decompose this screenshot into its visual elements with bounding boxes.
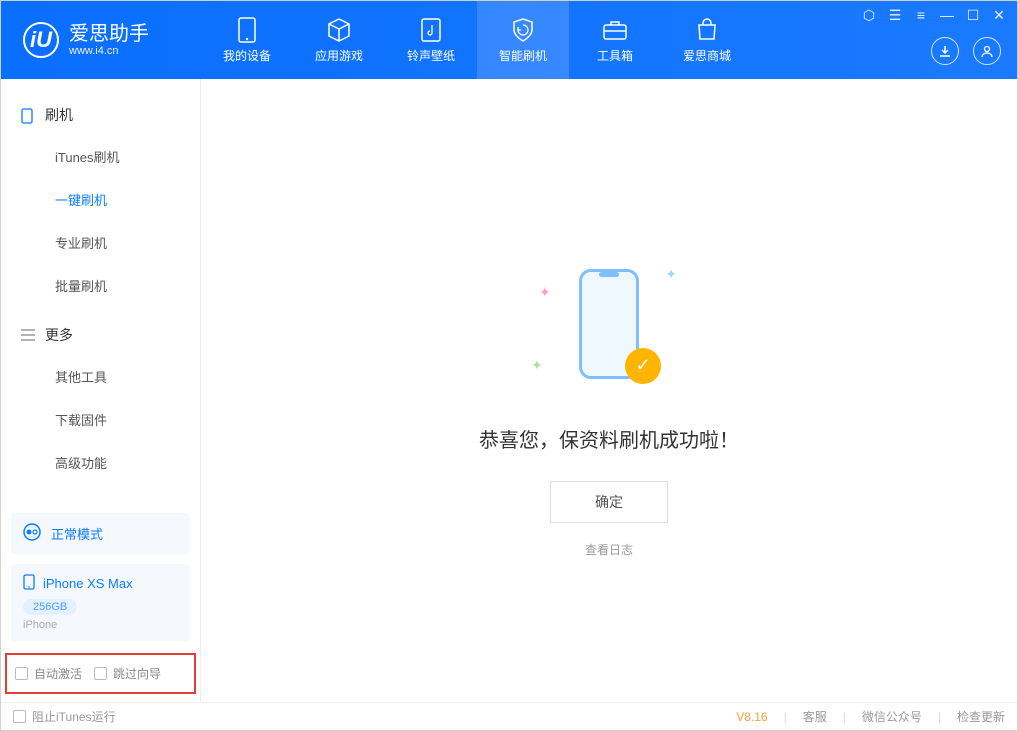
phone-icon (21, 108, 35, 122)
status-icon (23, 523, 41, 544)
list-icon (21, 328, 35, 342)
device-icon (234, 17, 260, 43)
nav-toolbox[interactable]: 工具箱 (569, 1, 661, 79)
app-logo: iU 爱思助手 www.i4.cn (1, 22, 201, 58)
checkbox-icon[interactable] (94, 667, 107, 680)
nav-ringtones[interactable]: 铃声壁纸 (385, 1, 477, 79)
nav-store[interactable]: 爱思商城 (661, 1, 753, 79)
check-update-link[interactable]: 检查更新 (957, 708, 1005, 725)
device-capacity: 256GB (23, 599, 77, 615)
shirt-icon[interactable]: ⬡ (861, 7, 877, 24)
device-name-label: iPhone XS Max (43, 576, 133, 591)
view-log-link[interactable]: 查看日志 (585, 541, 633, 558)
logo-icon: iU (23, 22, 59, 58)
maximize-button[interactable]: ☐ (965, 7, 981, 24)
option-block-itunes[interactable]: 阻止iTunes运行 (13, 708, 116, 725)
app-title: 爱思助手 (69, 23, 149, 45)
option-skip-guide[interactable]: 跳过向导 (94, 665, 161, 682)
sidebar-group-flash: 刷机 (1, 87, 200, 135)
sidebar-item-pro-flash[interactable]: 专业刷机 (1, 221, 200, 264)
device-status[interactable]: 正常模式 (11, 513, 190, 554)
menu-icon[interactable]: ≡ (913, 7, 929, 24)
support-link[interactable]: 客服 (803, 708, 827, 725)
sparkle-icon: ✦ (539, 284, 551, 301)
download-button[interactable] (931, 37, 959, 65)
sidebar-item-advanced[interactable]: 高级功能 (1, 441, 200, 484)
sidebar-group-label: 刷机 (45, 105, 73, 125)
minimize-button[interactable]: — (939, 7, 955, 24)
status-label: 正常模式 (51, 524, 103, 543)
wechat-link[interactable]: 微信公众号 (862, 708, 922, 725)
list-icon[interactable]: ☰ (887, 7, 903, 24)
checkbox-icon[interactable] (15, 667, 28, 680)
app-header: iU 爱思助手 www.i4.cn 我的设备 应用游戏 铃声壁纸 智能刷机 工具… (1, 1, 1017, 79)
sparkle-icon: ✦ (665, 266, 677, 283)
device-icon (23, 574, 35, 593)
bag-icon (694, 17, 720, 43)
sidebar-item-itunes-flash[interactable]: iTunes刷机 (1, 135, 200, 178)
confirm-button[interactable]: 确定 (550, 481, 668, 523)
device-type: iPhone (23, 619, 178, 631)
sidebar-item-other-tools[interactable]: 其他工具 (1, 355, 200, 398)
checkbox-icon[interactable] (13, 710, 26, 723)
nav-my-device[interactable]: 我的设备 (201, 1, 293, 79)
toolbox-icon (602, 17, 628, 43)
main-content: ✦ ✦ ✦ ✓ 恭喜您，保资料刷机成功啦！ 确定 查看日志 (201, 79, 1017, 702)
version-label: V8.16 (736, 710, 767, 724)
user-button[interactable] (973, 37, 1001, 65)
app-subtitle: www.i4.cn (69, 45, 149, 58)
main-nav: 我的设备 应用游戏 铃声壁纸 智能刷机 工具箱 爱思商城 (201, 1, 753, 79)
sidebar-item-download-firmware[interactable]: 下载固件 (1, 398, 200, 441)
success-message: 恭喜您，保资料刷机成功啦！ (479, 424, 739, 453)
sidebar-item-oneclick-flash[interactable]: 一键刷机 (1, 178, 200, 221)
sidebar-group-label: 更多 (45, 325, 73, 345)
option-auto-activate[interactable]: 自动激活 (15, 665, 82, 682)
cube-icon (326, 17, 352, 43)
close-button[interactable]: ✕ (991, 7, 1007, 24)
check-badge-icon: ✓ (625, 348, 661, 384)
success-illustration: ✦ ✦ ✦ ✓ (549, 264, 669, 394)
shield-icon (510, 17, 536, 43)
flash-options-highlighted: 自动激活 跳过向导 (5, 653, 196, 694)
device-info[interactable]: iPhone XS Max 256GB iPhone (11, 564, 190, 641)
sidebar: 刷机 iTunes刷机 一键刷机 专业刷机 批量刷机 更多 其他工具 下载固件 … (1, 79, 201, 702)
music-icon (418, 17, 444, 43)
nav-smart-flash[interactable]: 智能刷机 (477, 1, 569, 79)
status-bar: 阻止iTunes运行 V8.16 | 客服 | 微信公众号 | 检查更新 (1, 702, 1017, 730)
nav-apps-games[interactable]: 应用游戏 (293, 1, 385, 79)
sidebar-group-more: 更多 (1, 307, 200, 355)
sidebar-item-batch-flash[interactable]: 批量刷机 (1, 264, 200, 307)
window-controls: ⬡ ☰ ≡ — ☐ ✕ (861, 7, 1007, 24)
sparkle-icon: ✦ (531, 357, 543, 374)
